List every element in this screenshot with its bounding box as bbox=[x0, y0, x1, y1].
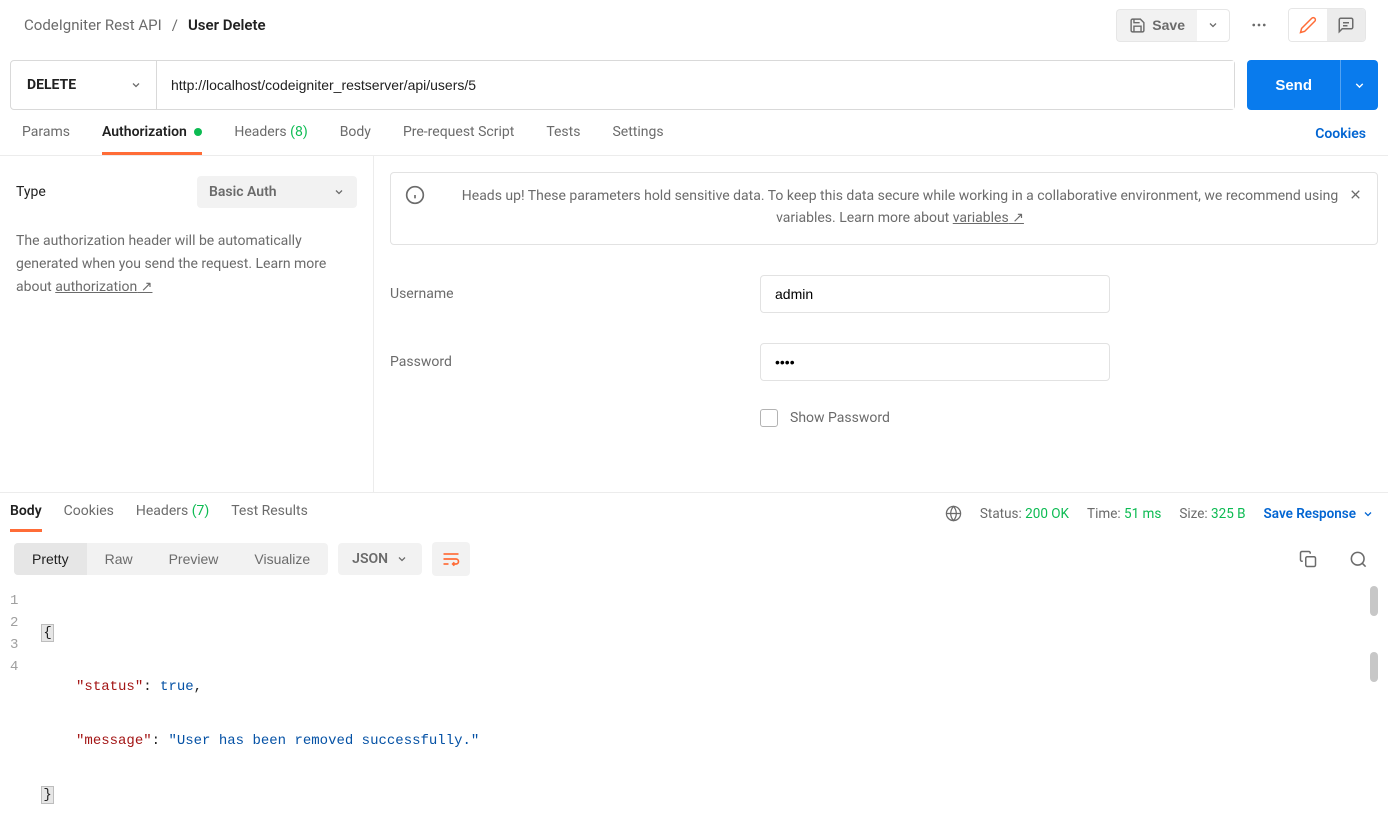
more-options-button[interactable] bbox=[1242, 10, 1276, 40]
save-dropdown-button[interactable] bbox=[1197, 9, 1230, 42]
search-icon bbox=[1349, 550, 1368, 569]
banner-close-button[interactable] bbox=[1344, 183, 1367, 206]
tab-authorization[interactable]: Authorization bbox=[102, 124, 202, 155]
format-select[interactable]: JSON bbox=[338, 543, 422, 575]
tab-authorization-label: Authorization bbox=[102, 124, 187, 140]
line-wrap-icon bbox=[441, 549, 461, 569]
size-meta: Size: 325 B bbox=[1179, 506, 1245, 522]
chevron-down-icon bbox=[396, 553, 408, 565]
cookies-link[interactable]: Cookies bbox=[1315, 126, 1366, 154]
search-button[interactable] bbox=[1343, 544, 1374, 575]
password-label: Password bbox=[390, 354, 760, 370]
banner-text: Heads up! These parameters hold sensitiv… bbox=[462, 188, 1338, 226]
tab-body[interactable]: Body bbox=[340, 124, 371, 155]
password-input[interactable] bbox=[760, 343, 1110, 381]
response-tab-body[interactable]: Body bbox=[10, 503, 42, 532]
response-tab-headers-count: (7) bbox=[192, 503, 210, 519]
chevron-down-icon bbox=[1207, 19, 1219, 31]
breadcrumb-collection[interactable]: CodeIgniter Rest API bbox=[24, 16, 162, 34]
edit-button[interactable] bbox=[1289, 9, 1327, 41]
tab-settings[interactable]: Settings bbox=[612, 124, 663, 155]
copy-icon bbox=[1299, 550, 1317, 568]
response-tab-cookies[interactable]: Cookies bbox=[64, 503, 114, 532]
tab-headers-count: (8) bbox=[290, 124, 308, 140]
code-content: { "status": true, "message": "User has b… bbox=[42, 590, 479, 838]
variables-docs-link[interactable]: variables ↗ bbox=[953, 210, 1024, 226]
response-tab-headers-label: Headers bbox=[136, 503, 188, 519]
url-input[interactable] bbox=[157, 61, 1234, 109]
view-toggle: Pretty Raw Preview Visualize bbox=[14, 543, 328, 575]
globe-icon[interactable] bbox=[945, 505, 962, 522]
breadcrumb: CodeIgniter Rest API / User Delete bbox=[24, 16, 266, 34]
username-input[interactable] bbox=[760, 275, 1110, 313]
breadcrumb-item[interactable]: User Delete bbox=[188, 16, 266, 34]
auth-type-value: Basic Auth bbox=[209, 184, 277, 200]
save-icon bbox=[1129, 17, 1146, 34]
send-dropdown-button[interactable] bbox=[1340, 60, 1378, 110]
ellipsis-icon bbox=[1250, 16, 1268, 34]
chevron-down-icon bbox=[1353, 79, 1366, 92]
sensitive-data-banner: Heads up! These parameters hold sensitiv… bbox=[390, 172, 1378, 245]
tab-headers-label: Headers bbox=[234, 124, 286, 140]
line-gutter: 1234 bbox=[10, 590, 42, 838]
save-label: Save bbox=[1152, 17, 1185, 33]
view-preview-button[interactable]: Preview bbox=[151, 543, 237, 575]
save-button[interactable]: Save bbox=[1116, 9, 1197, 42]
response-body[interactable]: 1234 { "status": true, "message": "User … bbox=[0, 586, 1388, 838]
auth-type-select[interactable]: Basic Auth bbox=[197, 176, 357, 208]
close-icon bbox=[1348, 187, 1363, 202]
status-meta: Status: 200 OK bbox=[980, 506, 1069, 522]
tab-headers[interactable]: Headers (8) bbox=[234, 124, 307, 155]
chevron-down-icon bbox=[333, 186, 345, 198]
method-select[interactable]: DELETE bbox=[11, 61, 157, 109]
save-response-button[interactable]: Save Response bbox=[1264, 506, 1374, 522]
view-visualize-button[interactable]: Visualize bbox=[236, 543, 328, 575]
show-password-checkbox[interactable] bbox=[760, 409, 778, 427]
modified-indicator-icon bbox=[194, 128, 202, 136]
authorization-docs-link[interactable]: authorization ↗ bbox=[55, 279, 152, 295]
send-button[interactable]: Send bbox=[1247, 60, 1340, 110]
auth-type-label: Type bbox=[16, 184, 46, 200]
time-meta: Time: 51 ms bbox=[1087, 506, 1161, 522]
response-tab-headers[interactable]: Headers (7) bbox=[136, 503, 209, 532]
comment-button[interactable] bbox=[1327, 9, 1365, 41]
scrollbar-thumb[interactable] bbox=[1370, 652, 1378, 682]
line-wrap-button[interactable] bbox=[432, 542, 470, 576]
auth-description: The authorization header will be automat… bbox=[16, 230, 357, 299]
comment-icon bbox=[1337, 16, 1355, 34]
tab-prerequest[interactable]: Pre-request Script bbox=[403, 124, 514, 155]
tab-tests[interactable]: Tests bbox=[546, 124, 580, 155]
method-value: DELETE bbox=[27, 77, 76, 93]
tab-params[interactable]: Params bbox=[22, 124, 70, 155]
chevron-down-icon bbox=[1362, 508, 1374, 520]
view-pretty-button[interactable]: Pretty bbox=[14, 543, 87, 575]
scrollbar-thumb[interactable] bbox=[1370, 586, 1378, 616]
show-password-label: Show Password bbox=[790, 410, 890, 426]
copy-button[interactable] bbox=[1293, 544, 1323, 575]
response-tab-testresults[interactable]: Test Results bbox=[231, 503, 308, 532]
format-value: JSON bbox=[352, 551, 388, 567]
breadcrumb-separator: / bbox=[172, 16, 178, 34]
view-raw-button[interactable]: Raw bbox=[87, 543, 151, 575]
pencil-icon bbox=[1299, 16, 1317, 34]
username-label: Username bbox=[390, 286, 760, 302]
chevron-down-icon bbox=[130, 79, 142, 91]
info-icon bbox=[405, 185, 425, 205]
